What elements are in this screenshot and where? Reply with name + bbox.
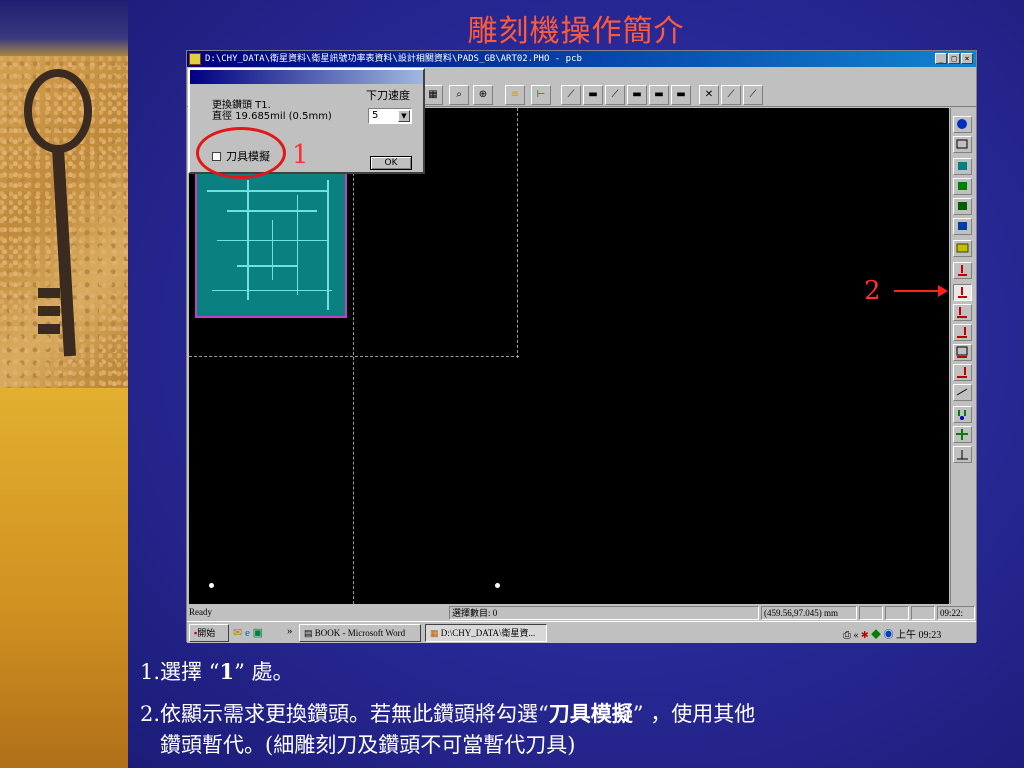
dialog-titlebar[interactable] [190, 70, 423, 84]
tool-height-button[interactable] [953, 262, 972, 279]
board-outline-button[interactable] [953, 240, 972, 257]
speed-select[interactable]: 5 ▼ [368, 108, 412, 124]
drill-change-text: 更換鑽頭 T1. [212, 100, 271, 111]
zoom-window-button[interactable]: ⌕ [449, 85, 469, 105]
pcb-board [195, 168, 347, 318]
task-word-button[interactable]: ▤ BOOK - Microsoft Word [299, 624, 421, 642]
minimize-button[interactable]: _ [935, 53, 947, 64]
outlook-icon[interactable]: ✉ [233, 627, 242, 639]
chevron-down-icon[interactable]: ▼ [398, 110, 410, 122]
zoom-in-button[interactable]: ⊕ [473, 85, 493, 105]
status-empty-3 [911, 606, 935, 620]
corner-marker [495, 583, 500, 588]
probe-button[interactable] [953, 406, 972, 423]
drill-diameter-text: 直徑 19.685mil (0.5mm) [212, 111, 332, 122]
tool-c-button[interactable]: ⟋ [605, 85, 625, 105]
window-title: D:\CHY_DATA\衛星資料\衛星訊號功率表資料\設計相關資料\PADS_G… [205, 54, 582, 64]
measure-button[interactable]: ⊢ [531, 85, 551, 105]
tray-volume-icon[interactable]: ◉ [883, 630, 893, 641]
home-tool-button[interactable] [953, 116, 972, 133]
ie-icon[interactable]: e [245, 627, 250, 639]
arrow-head-icon [938, 285, 948, 297]
pcb-canvas[interactable] [189, 108, 949, 604]
key-photo [0, 56, 128, 388]
task-pcb-button[interactable]: ▦ D:\CHY_DATA\衛星資... [425, 624, 547, 642]
vertical-toolbar [950, 108, 974, 604]
quicklaunch-chevron[interactable]: » [287, 625, 293, 637]
status-coords: (459.56,97.045) mm [761, 606, 857, 620]
slide-title: 雕刻機操作簡介 [467, 14, 685, 49]
tool-d-button[interactable]: ▬ [627, 85, 647, 105]
layer-top-button[interactable] [953, 158, 972, 175]
pcb-app-icon: ▦ [430, 628, 441, 638]
tray-chevron[interactable]: « [854, 630, 859, 641]
caption-line-3: 鑽頭暫代。(細雕刻刀及鑽頭不可當暫代刀具) [160, 733, 576, 757]
tool-b-button[interactable]: ▬ [583, 85, 603, 105]
grid-tool-button[interactable]: ▦ [423, 85, 443, 105]
maximize-button[interactable]: □ [948, 53, 960, 64]
status-empty-1 [859, 606, 883, 620]
status-bar: Ready 選擇數目: 0 (459.56,97.045) mm 09:22: [187, 605, 976, 621]
image-tool-button[interactable] [953, 136, 972, 153]
annotation-2: 2 [864, 276, 881, 306]
tool-g-button[interactable]: ✕ [699, 85, 719, 105]
ok-button[interactable]: OK [370, 156, 412, 170]
grid-line-v [517, 108, 518, 358]
tool-i-button[interactable]: ⟋ [743, 85, 763, 105]
system-tray: ⎙ « ✱ ◆ ◉ 上午 09:23 [843, 626, 941, 641]
printer-icon[interactable]: ⎙ [843, 630, 851, 641]
tool-set-button[interactable] [953, 304, 972, 321]
grid-line-h [189, 356, 519, 357]
status-ready: Ready [189, 607, 212, 617]
status-time: 09:22: [937, 606, 975, 620]
tool-lift-button[interactable] [953, 364, 972, 381]
annotation-arrow [894, 290, 940, 292]
highlight-circle [196, 127, 286, 179]
start-button[interactable]: ▪開始 [189, 624, 229, 642]
close-button[interactable]: × [961, 53, 973, 64]
quicklaunch-icons[interactable]: ✉ e ▣ [233, 626, 263, 639]
layer-drill-button[interactable] [953, 218, 972, 235]
tool-frame-button[interactable] [953, 344, 972, 361]
key-icon [24, 69, 92, 357]
move-button[interactable] [953, 426, 972, 443]
layer-button[interactable]: ≡ [505, 85, 525, 105]
app-icon [189, 53, 201, 65]
origin-marker [209, 583, 214, 588]
window-titlebar[interactable]: D:\CHY_DATA\衛星資料\衛星訊號功率表資料\設計相關資料\PADS_G… [187, 51, 976, 67]
tool-depth-button[interactable] [953, 324, 972, 341]
tray-app-icon[interactable]: ◆ [871, 630, 881, 641]
tool-h-button[interactable]: ⟋ [721, 85, 741, 105]
mirror-button[interactable] [953, 384, 972, 401]
set-origin-button[interactable] [953, 446, 972, 463]
annotation-1: 1 [292, 140, 309, 170]
tool-a-button[interactable]: ⟋ [561, 85, 581, 105]
clock: 上午 09:23 [895, 630, 942, 641]
speed-label: 下刀速度 [366, 89, 410, 102]
layer-bottom-button[interactable] [953, 198, 972, 215]
caption-line-1: 1.選擇 “1” 處。 [140, 659, 294, 684]
tray-network-icon[interactable]: ✱ [861, 630, 868, 641]
taskbar: ▪開始 ✉ e ▣ » ▤ BOOK - Microsoft Word ▦ D:… [187, 621, 976, 643]
status-selection: 選擇數目: 0 [449, 606, 759, 620]
word-icon: ▤ [304, 628, 315, 638]
tool-e-button[interactable]: ▬ [649, 85, 669, 105]
caption-line-2: 2.依顯示需求更換鑽頭。若無此鑽頭將勾選“刀具模擬” ，使用其他 [140, 701, 756, 726]
layer-mid-button[interactable] [953, 178, 972, 195]
status-empty-2 [885, 606, 909, 620]
tool-f-button[interactable]: ▬ [671, 85, 691, 105]
desktop-icon[interactable]: ▣ [253, 627, 263, 639]
drill-change-button[interactable] [953, 284, 972, 301]
